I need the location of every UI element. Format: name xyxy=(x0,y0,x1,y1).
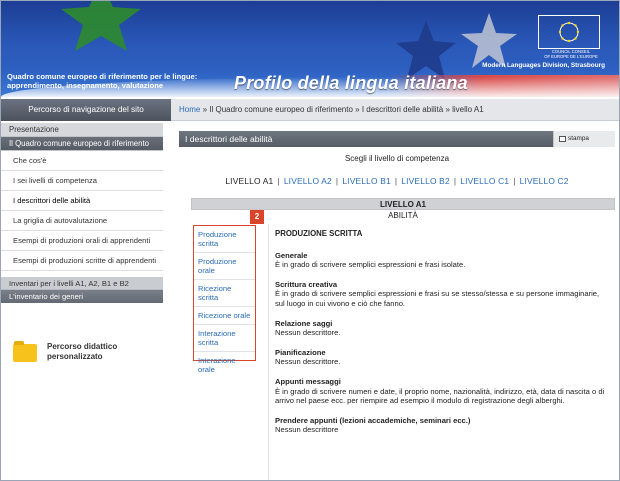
council-of-europe-logo xyxy=(538,15,600,49)
section-text: È in grado di scrivere numeri e date, il… xyxy=(275,386,605,406)
breadcrumb: Home » Il Quadro comune europeo di rifer… xyxy=(179,99,484,121)
star-decoration-icon xyxy=(396,21,456,79)
breadcrumb-separator: » xyxy=(445,105,450,114)
breadcrumb-item-quadro[interactable]: Il Quadro comune europeo di riferimento xyxy=(209,105,353,114)
level-separator: | xyxy=(394,176,398,186)
section-heading: Appunti messaggi xyxy=(275,376,341,386)
level-separator: | xyxy=(513,176,516,186)
level-separator: | xyxy=(277,176,280,186)
section-heading: Generale xyxy=(275,250,308,260)
sidebar: Presentazione Il Quadro comune europeo d… xyxy=(1,123,163,480)
tab-interazione-orale[interactable]: Interazione orale xyxy=(194,352,255,378)
tab-produzione-orale[interactable]: Produzione orale xyxy=(194,253,255,280)
sidebar-item-che-cose[interactable]: Che cos'è xyxy=(1,151,163,171)
level-link-a2[interactable]: LIVELLO A2 xyxy=(284,176,332,186)
level-separator: | xyxy=(453,176,457,186)
star-decoration-icon xyxy=(61,1,141,51)
callout-badge: 2 xyxy=(250,210,264,224)
level-link-a1[interactable]: LIVELLO A1 xyxy=(225,176,273,186)
section-heading: Relazione saggi xyxy=(275,318,333,328)
main-content: I descrittori delle abilità stampa Scegl… xyxy=(179,131,615,480)
breadcrumb-home-link[interactable]: Home xyxy=(179,105,200,114)
folder-icon xyxy=(13,341,37,362)
descriptor-panel: LIVELLO A1 ABILITÀ 2 Produzione scritta … xyxy=(191,198,615,480)
site-title: Profilo della lingua italiana xyxy=(234,73,468,93)
descriptor-section: Prendere appunti (lezioni accademiche, s… xyxy=(275,416,609,435)
tab-ricezione-scritta[interactable]: Ricezione scritta xyxy=(194,280,255,307)
breadcrumb-separator: » xyxy=(202,105,208,114)
section-text: Nessun descrittore xyxy=(275,425,339,435)
page-frame: Quadro comune europeo di riferimento per… xyxy=(0,0,620,481)
breadcrumb-item-descrittori[interactable]: I descrittori delle abilità xyxy=(362,105,443,114)
site-header: Quadro comune europeo di riferimento per… xyxy=(1,1,619,97)
content-title: PRODUZIONE SCRITTA xyxy=(275,229,363,238)
descriptor-section: Scrittura creativa È in grado di scriver… xyxy=(275,280,609,309)
skill-tabs: Produzione scritta Produzione orale Rice… xyxy=(193,225,256,374)
percorso-label: Percorso didattico personalizzato xyxy=(47,342,117,362)
percorso-label-line1: Percorso didattico xyxy=(47,342,118,351)
tab-produzione-scritta[interactable]: Produzione scritta xyxy=(194,226,255,253)
descriptor-section: Appunti messaggi È in grado di scrivere … xyxy=(275,377,609,406)
sidebar-section-quadro[interactable]: Il Quadro comune europeo di riferimento xyxy=(1,137,163,151)
section-text: Nessun descrittore. xyxy=(275,328,341,338)
sidebar-item-sei-livelli[interactable]: I sei livelli di competenza xyxy=(1,171,163,191)
breadcrumb-item-current: livello A1 xyxy=(452,105,484,114)
tab-ricezione-orale[interactable]: Ricezione orale xyxy=(194,307,255,325)
percorso-didattico-link[interactable]: Percorso didattico personalizzato xyxy=(13,340,153,370)
level-prompt: Scegli il livello di competenza xyxy=(344,154,450,163)
site-path-label: Percorso di navigazione del sito xyxy=(1,99,171,121)
sidebar-item-presentazione[interactable]: Presentazione xyxy=(1,123,163,137)
coe-label-line2: OF EUROPE DE L'EUROPE xyxy=(544,53,598,59)
descriptor-section: Relazione saggi Nessun descrittore. xyxy=(275,319,609,338)
section-heading: Scrittura creativa xyxy=(275,279,338,289)
breadcrumb-separator: » xyxy=(355,105,360,114)
page-title-bar: I descrittori delle abilità stampa xyxy=(179,131,615,147)
header-subtitle-line2: apprendimento, insegnamento, valutazione xyxy=(7,81,164,90)
section-heading: Pianificazione xyxy=(275,347,326,357)
header-subtitle-line1: Quadro comune europeo di riferimento per… xyxy=(7,72,198,81)
percorso-label-line2: personalizzato xyxy=(47,352,103,361)
level-link-b1[interactable]: LIVELLO B1 xyxy=(342,176,391,186)
descriptor-section: Generale È in grado di scrivere semplici… xyxy=(275,251,609,270)
level-link-b2[interactable]: LIVELLO B2 xyxy=(401,176,450,186)
level-link-c2[interactable]: LIVELLO C2 xyxy=(520,176,569,186)
level-header: LIVELLO A1 xyxy=(191,198,615,210)
header-subtitle: Quadro comune europeo di riferimento per… xyxy=(7,72,197,90)
sidebar-item-inventario-generi[interactable]: L'inventario dei generi xyxy=(1,290,163,303)
sidebar-item-descrittori[interactable]: I descrittori delle abilità xyxy=(1,191,163,211)
sidebar-item-produzioni-orali[interactable]: Esempi di produzioni orali di apprendent… xyxy=(1,231,163,251)
tab-interazione-scritta[interactable]: Interazione scritta xyxy=(194,325,255,352)
print-button[interactable]: stampa xyxy=(553,131,615,147)
print-label: stampa xyxy=(568,135,589,142)
page-title: I descrittori delle abilità xyxy=(185,134,273,144)
descriptor-content: PRODUZIONE SCRITTA Generale È in grado d… xyxy=(268,224,615,480)
sidebar-item-produzioni-scritte[interactable]: Esempi di produzioni scritte di apprende… xyxy=(1,251,163,271)
section-text: È in grado di scrivere semplici espressi… xyxy=(275,289,600,308)
printer-icon xyxy=(559,136,566,142)
section-heading: Prendere appunti (lezioni accademiche, s… xyxy=(275,415,471,425)
eu-stars-icon xyxy=(558,21,580,43)
sidebar-item-griglia[interactable]: La griglia di autovalutazione xyxy=(1,211,163,231)
descriptor-section: Pianificazione Nessun descrittore. xyxy=(275,348,609,367)
level-selector: LIVELLO A1 | LIVELLO A2 | LIVELLO B1 | LIVELLO… xyxy=(179,176,615,186)
level-link-c1[interactable]: LIVELLO C1 xyxy=(460,176,509,186)
sidebar-item-inventari[interactable]: Inventari per i livelli A1, A2, B1 e B2 xyxy=(1,277,163,290)
navigation-bar: Percorso di navigazione del sito Home » … xyxy=(1,99,619,121)
division-label: Modern Languages Division, Strasbourg xyxy=(482,62,605,69)
level-separator: | xyxy=(335,176,339,186)
section-text: Nessun descrittore. xyxy=(275,357,341,367)
section-text: È in grado di scrivere semplici espressi… xyxy=(275,260,466,270)
council-of-europe-label: COUNCIL CONSEIL OF EUROPE DE L'EUROPE xyxy=(541,49,601,60)
